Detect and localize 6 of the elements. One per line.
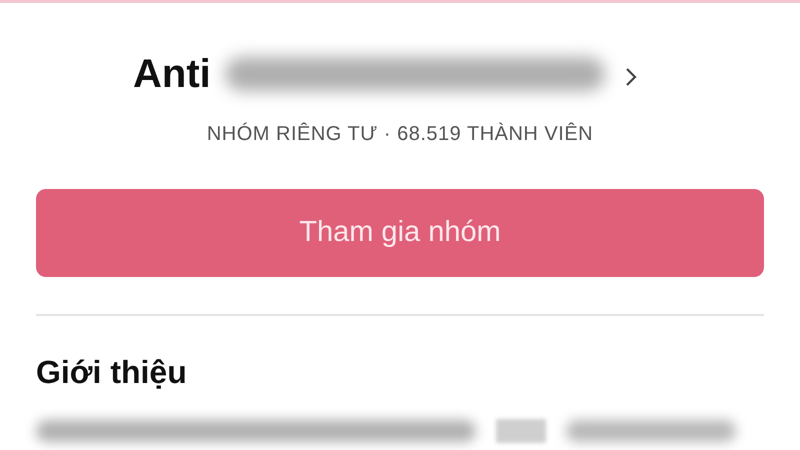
section-heading: Giới thiệu: [36, 354, 187, 390]
group-name: Anti: [133, 54, 211, 94]
group-meta: NHÓM RIÊNG TƯ · 68.519 THÀNH VIÊN: [206, 122, 594, 147]
blurred-text: [496, 419, 546, 443]
join-group-button[interactable]: Tham gia nhóm: [36, 189, 764, 277]
chevron-right-icon: [624, 67, 637, 87]
